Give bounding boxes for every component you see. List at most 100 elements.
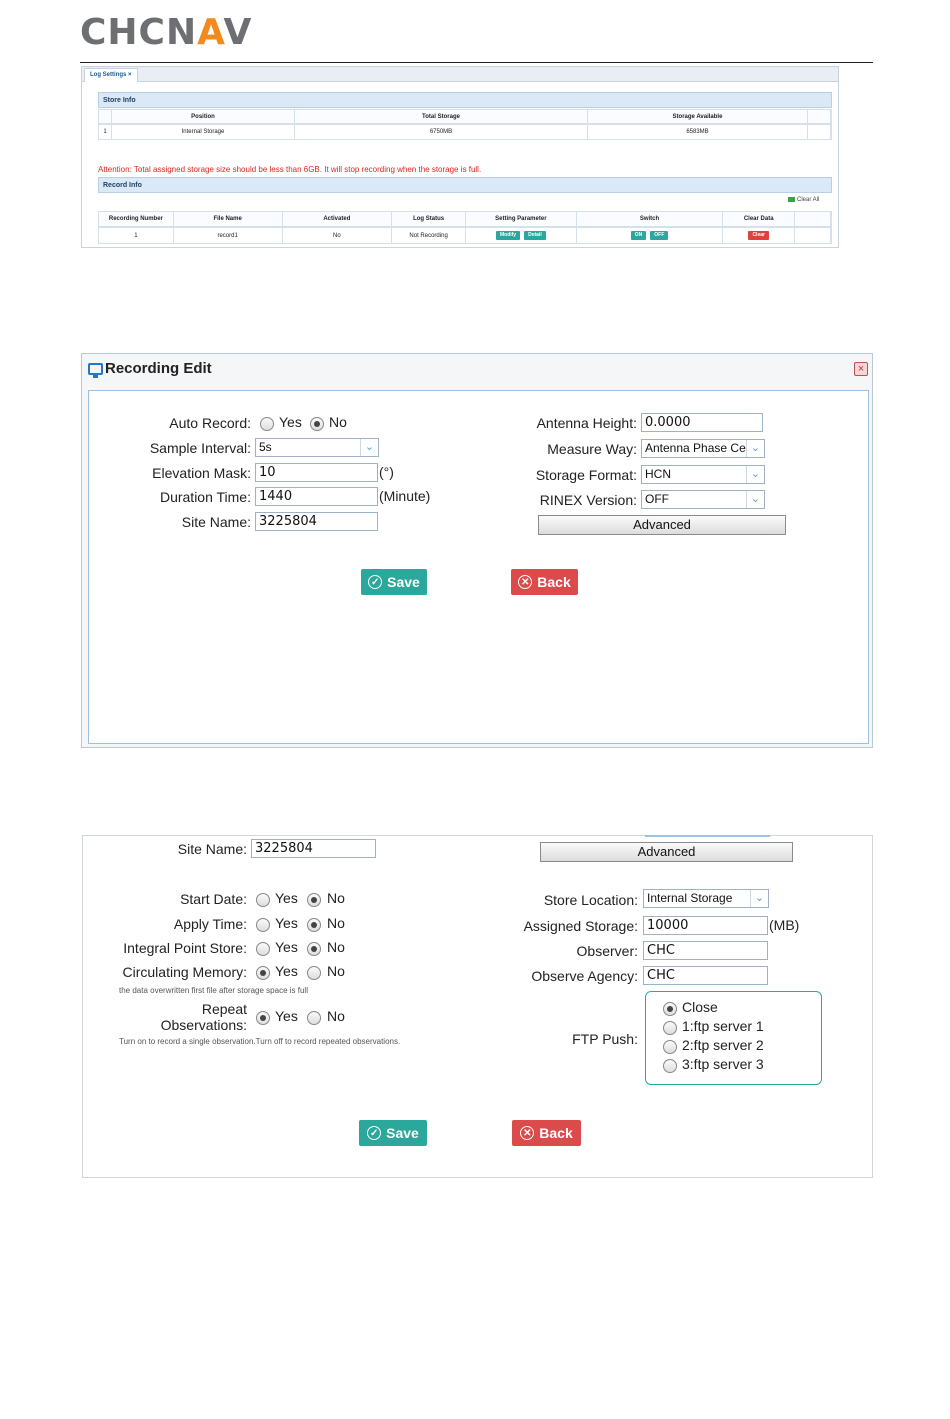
save-button[interactable]: ✓ Save: [359, 1120, 427, 1146]
auto-record-no-radio[interactable]: [310, 417, 324, 431]
duration-unit: (Minute): [379, 488, 431, 504]
site-name-input[interactable]: 3225804: [255, 512, 378, 531]
save-button[interactable]: ✓ Save: [361, 569, 427, 595]
site-name-label: Site Name:: [181, 514, 251, 530]
integral-point-no-radio[interactable]: [307, 942, 321, 956]
chevron-down-icon: ⌄: [746, 440, 764, 457]
duration-time-input[interactable]: 1440: [255, 487, 378, 506]
elevation-mask-label: Elevation Mask:: [152, 465, 251, 481]
clear-all-icon: [788, 197, 795, 202]
advanced-button[interactable]: Advanced: [540, 842, 793, 862]
ftp-server-1-radio[interactable]: [663, 1021, 677, 1035]
close-icon[interactable]: ×: [854, 362, 868, 376]
store-location-label: Store Location:: [543, 892, 638, 908]
assigned-storage-input[interactable]: 10000: [643, 916, 768, 935]
yes-label: Yes: [275, 890, 298, 906]
close-circle-icon: ✕: [518, 575, 533, 589]
chevron-down-icon: ⌄: [360, 439, 378, 456]
no-label: No: [327, 939, 345, 955]
ftp-close-radio[interactable]: [663, 1002, 677, 1016]
observe-agency-label: Observe Agency:: [531, 968, 638, 984]
repeat-observations-no-radio[interactable]: [307, 1011, 321, 1025]
apply-time-no-radio[interactable]: [307, 918, 321, 932]
ftp-server-3-radio[interactable]: [663, 1059, 677, 1073]
auto-record-label: Auto Record:: [169, 415, 251, 431]
site-name-label: Site Name:: [177, 841, 247, 857]
no-label: No: [329, 414, 347, 430]
no-label: No: [327, 963, 345, 979]
circulating-memory-label: Circulating Memory:: [122, 964, 247, 980]
modify-button[interactable]: Modify: [495, 231, 521, 240]
yes-label: Yes: [275, 939, 298, 955]
rinex-version-select[interactable]: OFF ⌄: [641, 490, 765, 509]
back-button[interactable]: ✕ Back: [511, 569, 578, 595]
dialog-title: Recording Edit: [88, 360, 212, 378]
switch-on-button[interactable]: ON: [630, 231, 647, 240]
apply-time-label: Apply Time:: [173, 916, 247, 932]
assigned-storage-label: Assigned Storage:: [523, 918, 638, 934]
advanced-button[interactable]: Advanced: [538, 515, 786, 535]
table-row: 1 record1 No Not Recording Modify Detail…: [98, 227, 832, 244]
divider: [645, 835, 770, 837]
back-button[interactable]: ✕ Back: [512, 1120, 581, 1146]
log-settings-panel: Log Settings × Store Info Position Total…: [81, 66, 839, 248]
clear-data-button[interactable]: Clear: [748, 231, 769, 240]
switch-off-button[interactable]: OFF: [650, 231, 669, 240]
observe-agency-input[interactable]: CHC: [643, 966, 768, 985]
yes-label: Yes: [275, 915, 298, 931]
tab-bar: Log Settings ×: [82, 67, 838, 82]
circulating-memory-note: the data overwritten first file after st…: [119, 986, 308, 995]
sample-interval-select[interactable]: 5s ⌄: [255, 438, 379, 457]
close-circle-icon: ✕: [520, 1126, 535, 1140]
repeat-observations-label-1: Repeat: [201, 1001, 247, 1017]
header-divider: [80, 62, 873, 63]
elevation-mask-input[interactable]: 10: [255, 463, 378, 482]
ftp-option-label: Close: [682, 999, 718, 1015]
circulating-memory-no-radio[interactable]: [307, 966, 321, 980]
apply-time-yes-radio[interactable]: [256, 918, 270, 932]
yes-label: Yes: [275, 963, 298, 979]
repeat-observations-note: Turn on to record a single observation.T…: [119, 1037, 401, 1046]
circulating-memory-yes-radio[interactable]: [256, 966, 270, 980]
attention-message: Attention: Total assigned storage size s…: [98, 165, 482, 174]
check-icon: ✓: [367, 1126, 382, 1140]
auto-record-yes-radio[interactable]: [260, 417, 274, 431]
ftp-push-label: FTP Push:: [572, 1031, 638, 1047]
monitor-icon: [88, 362, 103, 378]
clear-all-button[interactable]: Clear All: [788, 197, 819, 203]
storage-format-label: Storage Format:: [535, 467, 637, 483]
assigned-storage-unit: (MB): [769, 917, 800, 933]
tab-log-settings[interactable]: Log Settings ×: [84, 68, 138, 82]
elevation-unit: (°): [379, 464, 394, 480]
store-info-header: Store Info: [98, 92, 832, 108]
measure-way-label: Measure Way:: [547, 441, 637, 457]
no-label: No: [327, 890, 345, 906]
ftp-server-2-radio[interactable]: [663, 1040, 677, 1054]
yes-label: Yes: [279, 414, 302, 430]
observer-input[interactable]: CHC: [643, 941, 768, 960]
start-date-no-radio[interactable]: [307, 893, 321, 907]
observer-label: Observer:: [576, 943, 638, 959]
sample-interval-label: Sample Interval:: [149, 440, 251, 456]
antenna-height-input[interactable]: 0.0000: [641, 413, 763, 432]
integral-point-yes-radio[interactable]: [256, 942, 270, 956]
start-date-yes-radio[interactable]: [256, 893, 270, 907]
site-name-input[interactable]: 3225804: [251, 839, 376, 858]
repeat-observations-label-2: Observations:: [160, 1017, 247, 1033]
table-row: 1 Internal Storage 6750MB 6583MB: [98, 124, 832, 140]
rinex-version-label: RINEX Version:: [539, 492, 637, 508]
ftp-option-label: 2:ftp server 2: [682, 1037, 764, 1053]
measure-way-select[interactable]: Antenna Phase Ce ⌄: [641, 439, 765, 458]
store-location-select[interactable]: Internal Storage ⌄: [643, 889, 769, 908]
no-label: No: [327, 1008, 345, 1024]
chevron-down-icon: ⌄: [746, 491, 764, 508]
chevron-down-icon: ⌄: [750, 890, 768, 907]
integral-point-store-label: Integral Point Store:: [123, 940, 247, 956]
repeat-observations-yes-radio[interactable]: [256, 1011, 270, 1025]
detail-button[interactable]: Detail: [524, 231, 546, 240]
yes-label: Yes: [275, 1008, 298, 1024]
storage-format-select[interactable]: HCN ⌄: [641, 465, 765, 484]
record-info-header: Record Info: [98, 177, 832, 193]
chcnav-logo: CHCNAV: [80, 12, 253, 53]
ftp-option-label: 3:ftp server 3: [682, 1056, 764, 1072]
